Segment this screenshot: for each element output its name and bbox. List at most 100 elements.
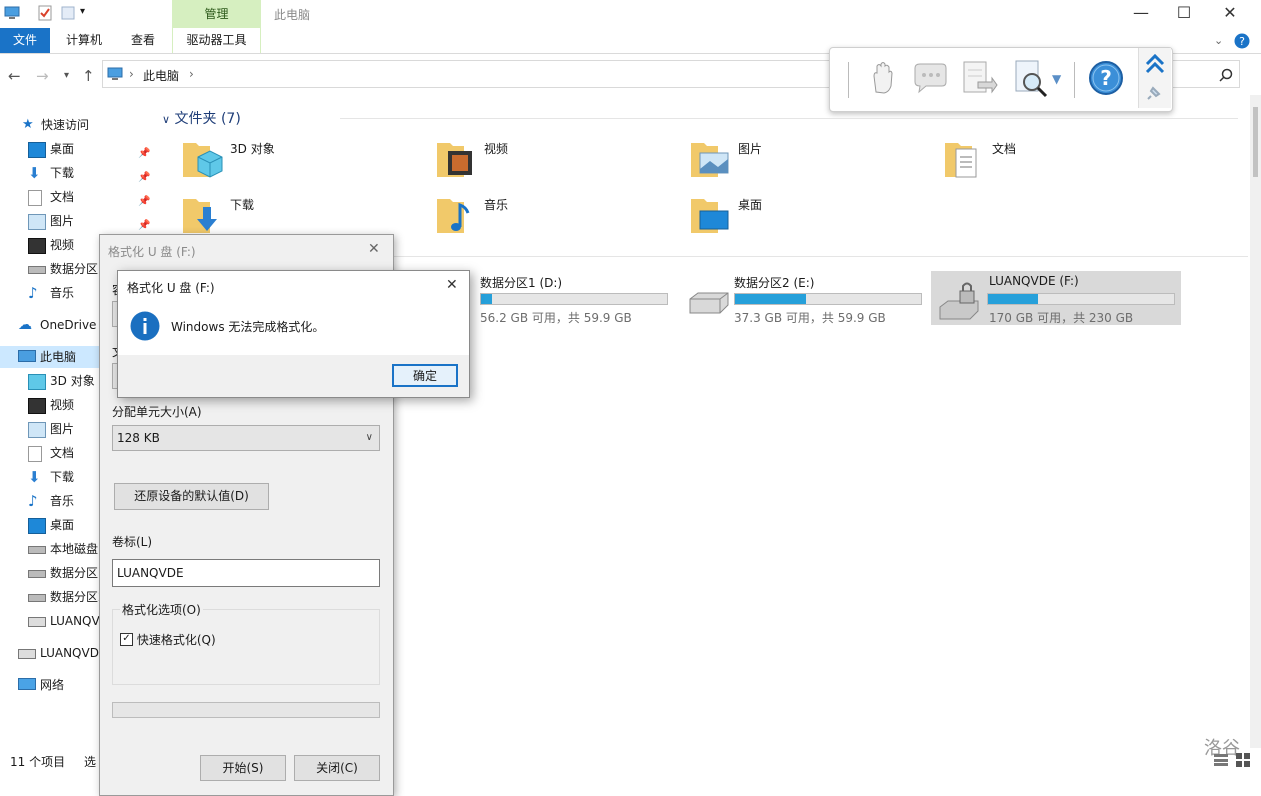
document-arrow-icon[interactable] [958,58,998,98]
usb-drive-icon [18,649,36,659]
network-icon [18,678,36,690]
volume-label-label: 卷标(L) [112,535,153,549]
properties-icon[interactable] [37,5,53,21]
close-button[interactable]: ✕ [1207,0,1253,28]
ok-button[interactable]: 确定 [392,364,458,387]
cloud-icon: ☁ [18,317,32,333]
allocation-size-combo[interactable]: 128 KB ∨ [112,425,380,451]
drive-icon [28,570,46,578]
sidebar-item-documents[interactable]: 文档 📌 [28,186,158,208]
hand-icon[interactable] [862,58,902,98]
sidebar-item-downloads[interactable]: ⬇ 下载 📌 [28,162,158,184]
sidebar-item-desktop[interactable]: 桌面 📌 [28,138,158,160]
qat-dropdown-icon[interactable]: ▾ [80,6,85,17]
format-dialog-title: 格式化 U 盘 (F:) [108,245,196,259]
folder-3d-objects[interactable]: 3D 对象 [180,137,420,187]
checkmark-icon: ✓ [120,633,133,646]
search-icon[interactable] [1219,68,1233,82]
message-box-close-button[interactable]: ✕ [446,277,458,293]
toolbar-divider [848,62,849,98]
tab-file[interactable]: 文件 [0,28,50,53]
info-icon [130,311,160,341]
collapse-up-icon[interactable] [1143,52,1167,76]
download-icon: ⬇ [28,164,41,182]
quick-format-checkbox[interactable]: ✓ 快速格式化(Q) [120,631,216,648]
breadcrumb-separator: › [129,67,134,81]
back-arrow-icon[interactable]: ← [8,67,21,85]
breadcrumb-separator[interactable]: › [189,67,194,81]
message-box-footer: 确定 [118,355,469,397]
folder-video-icon [437,143,472,177]
sidebar-item-pictures[interactable]: 图片 📌 [28,210,158,232]
large-icons-view-icon[interactable] [1236,753,1250,767]
restore-defaults-button[interactable]: 还原设备的默认值(D) [114,483,269,510]
drive-icon [28,594,46,602]
format-progress-bar [112,702,380,718]
comment-icon[interactable] [910,58,950,98]
computer-icon[interactable] [4,5,20,21]
document-icon [28,446,42,462]
ribbon-expand-icon[interactable]: ⌄ [1214,34,1223,47]
help-icon[interactable]: ? [1234,33,1250,49]
error-message-box: 格式化 U 盘 (F:) ✕ Windows 无法完成格式化。 确定 [117,270,470,398]
drive-icon [28,546,46,554]
recent-dropdown-icon[interactable]: ▾ [64,70,69,81]
scrollbar-thumb[interactable] [1253,107,1258,177]
svg-text:?: ? [1239,35,1245,48]
help-circle-icon[interactable]: ? [1086,58,1126,98]
folder-desktop-icon [691,199,729,233]
selected-count: 选 [84,755,97,769]
document-icon [28,190,42,206]
minimize-button[interactable]: — [1118,0,1164,28]
chevron-down-icon: ∨ [162,113,171,126]
hard-drive-icon [689,292,729,314]
drive-e[interactable]: 数据分区2 (E:) 37.3 GB 可用，共 59.9 GB [686,271,936,325]
forward-arrow-icon[interactable]: → [36,67,49,85]
drive-f-selected[interactable]: LUANQVDE (F:) 170 GB 可用，共 230 GB [931,271,1181,325]
toolbar-divider [1074,62,1075,98]
picture-icon [28,422,46,438]
zoom-document-icon[interactable] [1010,58,1050,98]
folder-pictures[interactable]: 图片 [688,137,928,187]
maximize-button[interactable]: ☐ [1161,0,1207,28]
up-arrow-icon[interactable]: ↑ [82,67,95,85]
tab-view[interactable]: 查看 [120,28,166,53]
drive-usage-bar [734,293,922,305]
chevron-down-icon: ∨ [365,432,373,443]
svg-text:?: ? [1100,66,1112,90]
star-icon: ★ [22,117,34,132]
manage-context-tab[interactable]: 管理 [172,0,261,28]
folder-documents[interactable]: 文档 [942,137,1182,187]
usb-drive-lock-icon [939,282,979,320]
folder-videos[interactable]: 视频 [434,137,674,187]
volume-label-input[interactable]: LUANQVDE [112,559,380,587]
drive-icon [28,266,46,274]
breadcrumb-this-pc[interactable]: 此电脑 [143,67,179,84]
allocation-size-label: 分配单元大小(A) [112,405,202,419]
section-divider [340,118,1238,119]
details-view-icon[interactable] [1214,754,1228,766]
computer-icon [107,67,123,80]
music-icon: ♪ [28,492,38,510]
folder-document-icon [945,143,977,178]
zoom-dropdown-icon[interactable]: ▼ [1052,72,1061,86]
video-icon [28,238,46,254]
title-bar: ▾ 管理 此电脑 — ☐ ✕ [0,0,1261,28]
tab-drive-tools[interactable]: 驱动器工具 [172,28,261,53]
desktop-icon [28,518,46,534]
folder-music[interactable]: 音乐 [434,193,674,243]
vertical-scrollbar[interactable] [1250,95,1261,748]
format-dialog-close-button[interactable]: ✕ [368,241,380,257]
new-folder-icon[interactable] [60,5,76,21]
folders-section-header[interactable]: ∨ 文件夹 (7) [162,108,241,128]
music-icon: ♪ [28,284,38,302]
drive-usage-bar [480,293,668,305]
folder-music-icon [437,199,470,233]
message-text: Windows 无法完成格式化。 [171,320,325,334]
folder-3d-icon [183,143,223,178]
drive-usage-bar [987,293,1175,305]
folder-picture-icon [691,143,729,177]
download-icon: ⬇ [28,468,41,486]
folder-desktop[interactable]: 桌面 [688,193,928,243]
tab-computer[interactable]: 计算机 [56,28,112,53]
